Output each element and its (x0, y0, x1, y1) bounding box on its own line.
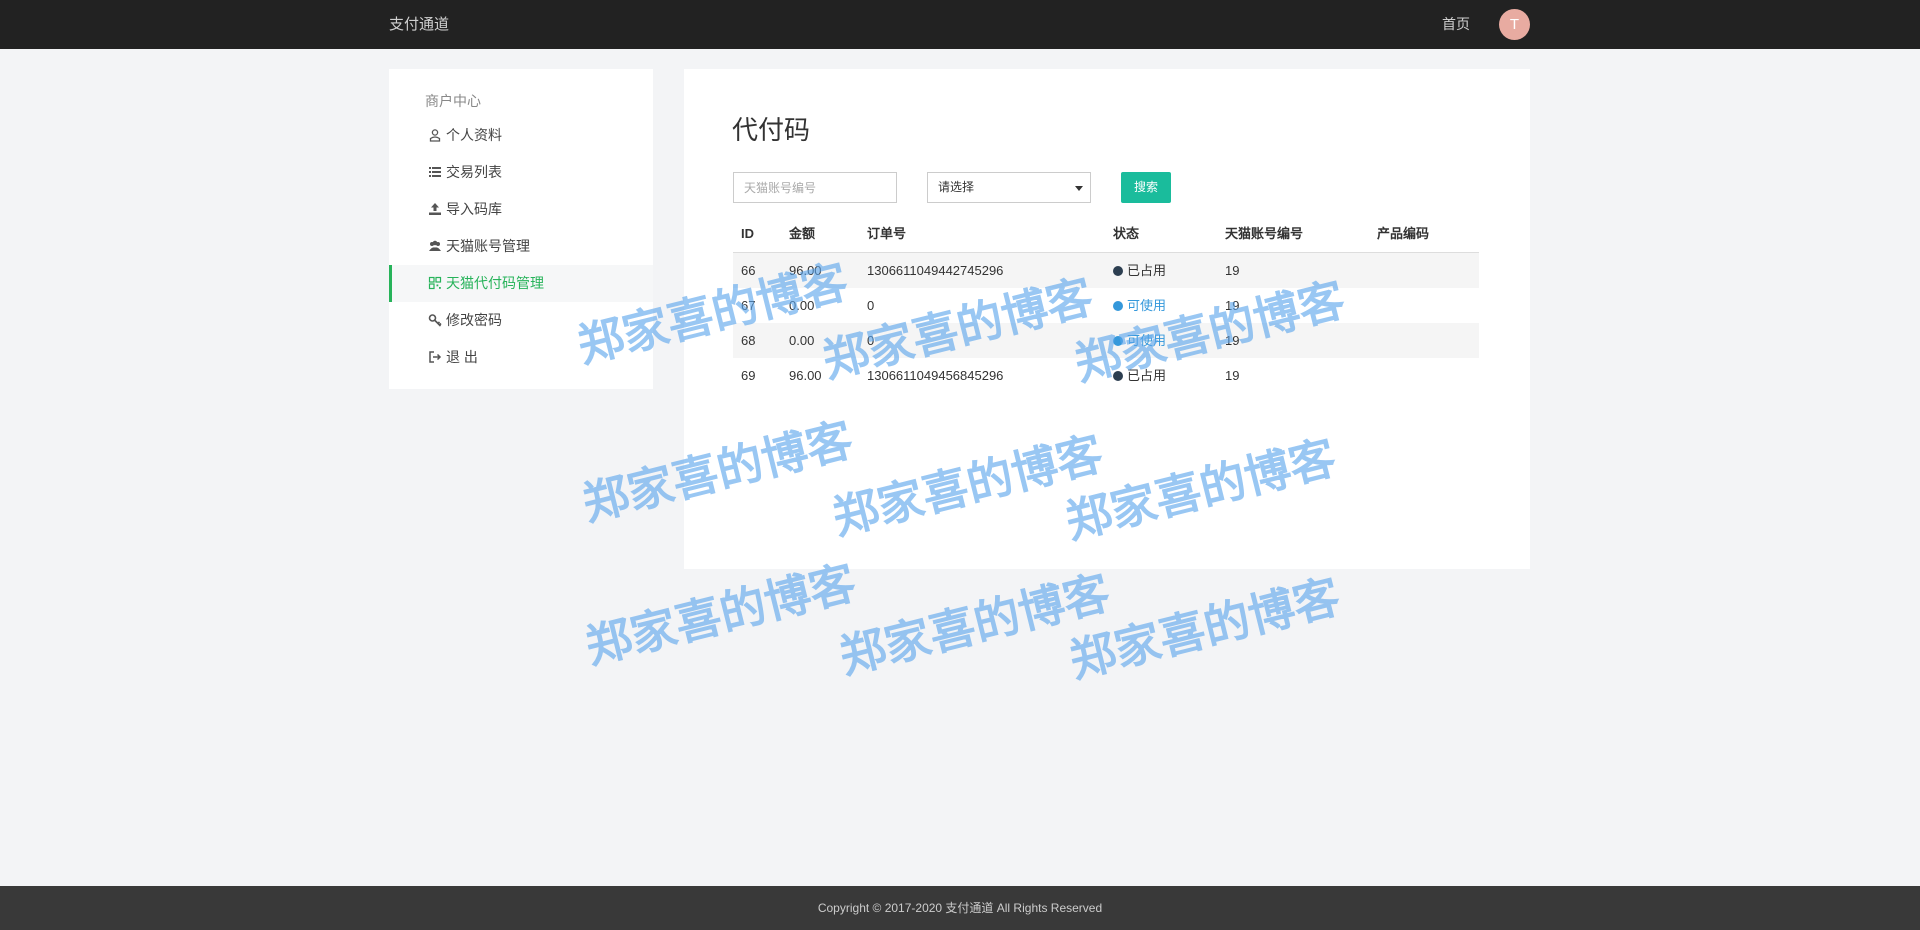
amount-cell: 0.00 (789, 333, 815, 348)
amount-cell: 0.00 (789, 298, 815, 313)
amount-cell: 96.00 (789, 263, 822, 278)
upload-icon (429, 203, 441, 215)
avatar[interactable]: T (1499, 9, 1530, 40)
paycode-table: ID 金额 订单号 状态 天猫账号编号 产品编码 66 96.00 130661… (733, 214, 1479, 393)
status-dot-icon (1113, 301, 1123, 311)
amount-cell: 96.00 (789, 368, 822, 383)
logout-icon (429, 351, 442, 363)
column-header: 产品编码 (1377, 226, 1430, 241)
nav-home-link[interactable]: 首页 (1442, 0, 1470, 49)
sidebar-item-change-password[interactable]: 修改密码 (389, 302, 653, 339)
sidebar-item-import[interactable]: 导入码库 (389, 191, 653, 228)
column-header: 状态 (1113, 226, 1140, 241)
account-number-cell: 19 (1225, 263, 1240, 278)
table-row: 67 0.00 0 可使用 19 (733, 288, 1479, 323)
status-text: 已占用 (1127, 368, 1167, 383)
id-cell: 67 (741, 298, 756, 313)
order-number-cell: 0 (867, 298, 875, 313)
users-icon (429, 240, 441, 251)
status-text: 已占用 (1127, 263, 1167, 278)
id-cell: 69 (741, 368, 756, 383)
sidebar: 商户中心 个人资料 交易列表 导入码库 天猫账号管理 天猫代付码管理 修改密码 … (389, 69, 653, 389)
sidebar-item-paycodes[interactable]: 天猫代付码管理 (389, 265, 653, 302)
table-row: 66 96.00 1306611049442745296 已占用 19 (733, 253, 1479, 288)
page-title: 代付码 (732, 115, 811, 145)
top-navbar: 支付通道 首页 T (0, 0, 1920, 49)
column-header: 金额 (789, 226, 816, 241)
qrcode-icon (428, 276, 442, 290)
watermark-text: 郑家喜的博客 (1064, 568, 1346, 689)
search-button[interactable]: 搜索 (1121, 172, 1171, 203)
order-number-cell: 0 (867, 333, 875, 348)
status-cell: 已占用 (1113, 358, 1166, 393)
sidebar-item-label: 修改密码 (446, 312, 502, 328)
account-number-cell: 19 (1225, 368, 1240, 383)
table-row: 68 0.00 0 可使用 19 (733, 323, 1479, 358)
user-icon (429, 129, 441, 142)
status-select-value: 请选择 (938, 180, 975, 194)
status-dot-icon (1113, 371, 1123, 381)
sidebar-item-label: 个人资料 (446, 127, 502, 143)
sidebar-header: 商户中心 (425, 93, 481, 109)
footer: Copyright © 2017-2020 支付通道 All Rights Re… (0, 886, 1920, 930)
account-number-cell: 19 (1225, 298, 1240, 313)
column-header: ID (741, 226, 754, 241)
column-header: 天猫账号编号 (1225, 226, 1304, 241)
status-cell: 可使用 (1113, 323, 1166, 358)
status-cell: 已占用 (1113, 253, 1166, 288)
sidebar-item-logout[interactable]: 退 出 (389, 339, 653, 376)
chevron-down-icon (1075, 186, 1083, 191)
watermark-text: 郑家喜的博客 (834, 564, 1116, 685)
sidebar-item-label: 天猫账号管理 (446, 238, 530, 254)
status-cell: 可使用 (1113, 288, 1166, 323)
brand-title[interactable]: 支付通道 (389, 0, 449, 49)
id-cell: 66 (741, 263, 756, 278)
column-header: 订单号 (867, 226, 907, 241)
sidebar-item-label: 导入码库 (446, 201, 502, 217)
sidebar-item-profile[interactable]: 个人资料 (389, 117, 653, 154)
id-cell: 68 (741, 333, 756, 348)
table-header: ID 金额 订单号 状态 天猫账号编号 产品编码 (733, 214, 1479, 253)
status-dot-icon (1113, 266, 1123, 276)
order-number-cell: 1306611049442745296 (867, 263, 1004, 278)
list-icon (429, 167, 441, 177)
sidebar-item-accounts[interactable]: 天猫账号管理 (389, 228, 653, 265)
sidebar-item-transactions[interactable]: 交易列表 (389, 154, 653, 191)
status-text: 可使用 (1127, 298, 1167, 313)
account-number-cell: 19 (1225, 333, 1240, 348)
status-dot-icon (1113, 336, 1123, 346)
account-number-search-input[interactable] (733, 172, 897, 203)
copyright-text: Copyright © 2017-2020 支付通道 All Rights Re… (817, 901, 1103, 915)
status-text: 可使用 (1127, 333, 1167, 348)
sidebar-item-label: 退 出 (446, 349, 478, 365)
key-icon (428, 314, 442, 327)
order-number-cell: 1306611049456845296 (867, 368, 1004, 383)
sidebar-item-label: 天猫代付码管理 (446, 275, 544, 291)
status-select[interactable]: 请选择 (927, 172, 1091, 203)
sidebar-item-label: 交易列表 (446, 164, 502, 180)
main-panel: 代付码 请选择 搜索 ID 金额 订单号 状态 天猫账号编号 产品编码 66 9… (684, 69, 1530, 569)
table-row: 69 96.00 1306611049456845296 已占用 19 (733, 358, 1479, 393)
